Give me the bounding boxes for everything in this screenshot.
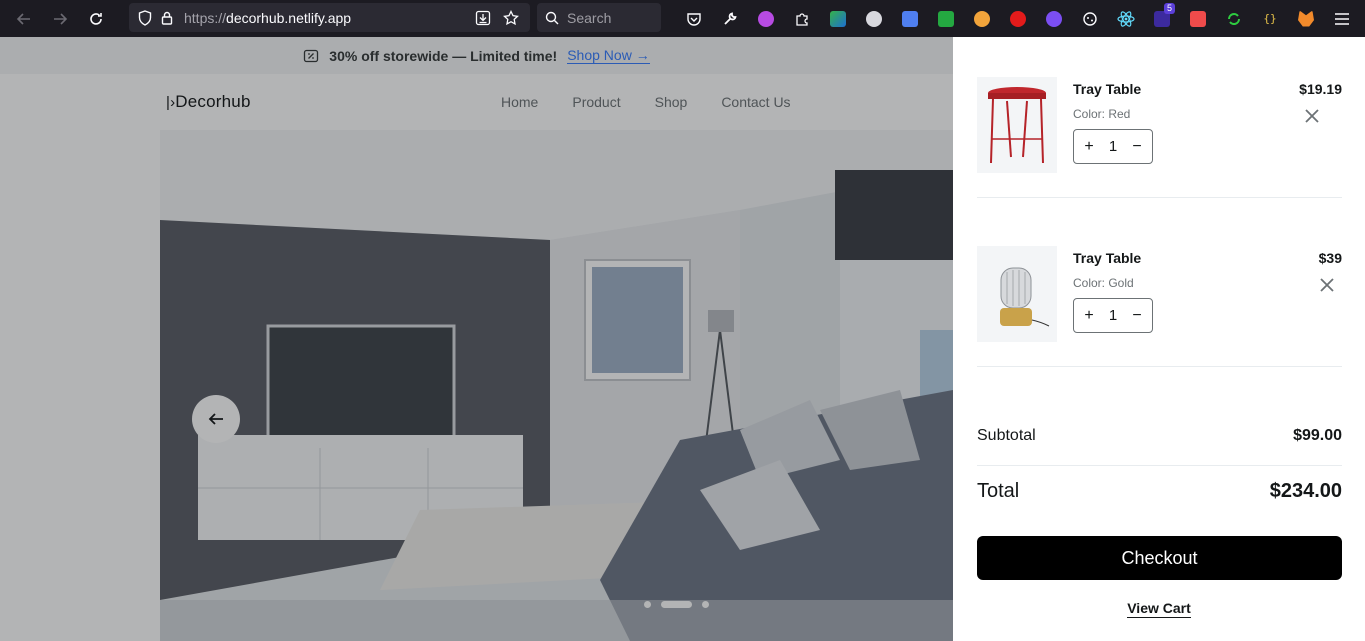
bookmark-star-icon[interactable] (500, 3, 522, 32)
increase-quantity-button[interactable]: + (1082, 307, 1096, 325)
cookie-icon[interactable] (1072, 0, 1108, 37)
cart-backdrop-overlay[interactable] (0, 37, 953, 641)
lock-icon[interactable] (156, 3, 178, 32)
url-host: decorhub.netlify.app (226, 9, 352, 26)
close-icon (1320, 278, 1334, 292)
extension-rocket-icon[interactable] (964, 0, 1000, 37)
cart-item: Tray Table Color: Red + 1 − $19.19 (977, 77, 1342, 198)
browser-toolbar: https://decorhub.netlify.app Search 5 {} (0, 0, 1365, 37)
subtotal-row: Subtotal $99.00 (977, 427, 1342, 466)
extension-purple-icon[interactable] (748, 0, 784, 37)
puzzle-icon[interactable] (784, 0, 820, 37)
url-scheme: https:// (184, 9, 227, 26)
reload-icon (90, 12, 102, 25)
address-bar[interactable]: https://decorhub.netlify.app (129, 3, 530, 32)
gold-lamp-image (1000, 267, 1050, 327)
item-price: $39 (1318, 250, 1342, 266)
extensions-toolbar: 5 {} (676, 0, 1360, 37)
extension-gear-icon[interactable] (1036, 0, 1072, 37)
subtotal-value: $99.00 (1293, 427, 1342, 444)
quantity-stepper: + 1 − (1073, 129, 1153, 164)
checkout-label: Checkout (1121, 547, 1198, 568)
remove-item-button[interactable] (1317, 276, 1337, 296)
quantity-value: 1 (1108, 138, 1118, 155)
react-devtools-icon[interactable] (1108, 0, 1144, 37)
shield-icon[interactable] (134, 3, 156, 32)
metamask-fox-icon[interactable] (1288, 0, 1324, 37)
extension-money-icon[interactable] (928, 0, 964, 37)
close-icon (1305, 109, 1319, 123)
quantity-stepper: + 1 − (1073, 298, 1153, 333)
item-name: Tray Table (1073, 81, 1142, 97)
checkout-button[interactable]: Checkout (977, 536, 1342, 580)
back-button[interactable] (6, 0, 42, 37)
total-value: $234.00 (1269, 480, 1342, 502)
extension-cloud-icon[interactable] (856, 0, 892, 37)
red-tray-table-image (988, 87, 1046, 164)
browser-search-input[interactable]: Search (537, 3, 661, 32)
view-cart-link[interactable]: View Cart (953, 600, 1365, 618)
extension-pwa-icon[interactable] (1180, 0, 1216, 37)
extension-translate-icon[interactable] (892, 0, 928, 37)
subtotal-label: Subtotal (977, 427, 1036, 444)
wrench-icon[interactable] (712, 0, 748, 37)
cart-flyout: Tray Table Color: Red + 1 − $19.19 Tray … (953, 37, 1365, 641)
extension-green-icon[interactable] (820, 0, 856, 37)
pocket-icon[interactable] (676, 0, 712, 37)
increase-quantity-button[interactable]: + (1082, 138, 1096, 156)
product-thumbnail[interactable] (977, 77, 1057, 173)
forward-button[interactable] (42, 0, 78, 37)
reload-button[interactable] (78, 0, 114, 37)
view-cart-label: View Cart (1127, 600, 1191, 618)
total-label: Total (977, 480, 1020, 502)
menu-icon[interactable] (1324, 0, 1360, 37)
product-thumbnail[interactable] (977, 246, 1057, 342)
arrow-right-icon (54, 12, 68, 25)
total-row: Total $234.00 (977, 480, 1342, 503)
extension-badge-icon[interactable]: 5 (1144, 0, 1180, 37)
item-color: Color: Red (1073, 107, 1131, 121)
extension-red-icon[interactable] (1000, 0, 1036, 37)
cart-item: Tray Table Color: Gold + 1 − $39 (977, 246, 1342, 367)
item-color: Color: Gold (1073, 276, 1134, 290)
remove-item-button[interactable] (1302, 107, 1322, 127)
arrow-left-icon (16, 12, 30, 25)
quantity-value: 1 (1108, 307, 1118, 324)
search-icon (545, 11, 559, 24)
extension-badge: 5 (1163, 3, 1175, 14)
download-icon[interactable] (472, 3, 494, 32)
extension-json-icon[interactable]: {} (1252, 0, 1288, 37)
item-price: $19.19 (1299, 81, 1342, 97)
url-text[interactable]: https://decorhub.netlify.app (184, 10, 472, 26)
search-placeholder: Search (567, 9, 612, 26)
decrease-quantity-button[interactable]: − (1130, 307, 1144, 325)
decrease-quantity-button[interactable]: − (1130, 138, 1144, 156)
item-name: Tray Table (1073, 250, 1142, 266)
extension-sync-icon[interactable] (1216, 0, 1252, 37)
